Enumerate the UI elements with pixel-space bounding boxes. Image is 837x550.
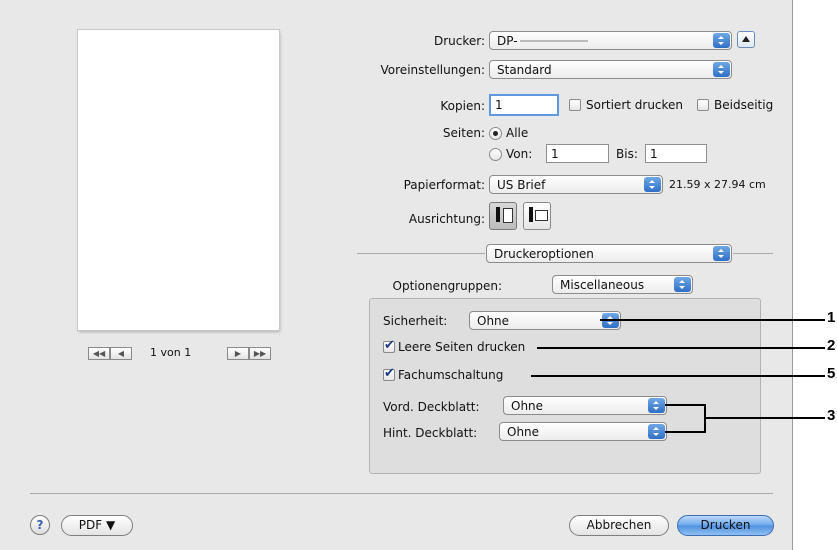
callout-number-3: 3 xyxy=(827,407,836,424)
callout-line-5 xyxy=(531,375,825,377)
callout-line-3 xyxy=(705,417,825,419)
option-groups-label: Optionengruppen: xyxy=(392,279,502,293)
pages-from-label: Von: xyxy=(506,147,533,161)
pages-all-label: Alle xyxy=(506,126,529,140)
copies-label: Kopien: xyxy=(440,99,485,113)
orientation-portrait-button[interactable] xyxy=(489,202,517,230)
pages-to-value: 1 xyxy=(650,147,658,161)
security-value: Ohne xyxy=(477,314,510,328)
paper-size-label: Papierformat: xyxy=(403,178,485,192)
pages-range-radio[interactable] xyxy=(489,148,502,161)
security-label: Sicherheit: xyxy=(383,314,448,328)
back-cover-value: Ohne xyxy=(507,425,540,439)
popup-arrows-icon xyxy=(648,398,665,413)
popup-arrows-icon xyxy=(648,424,665,439)
printer-value: DP- xyxy=(497,34,518,48)
pages-from-input[interactable]: 1 xyxy=(546,144,609,163)
callout-bracket-bottom xyxy=(665,431,705,433)
front-cover-select[interactable]: Ohne xyxy=(503,396,667,415)
landscape-icon xyxy=(529,207,533,222)
portrait-page-icon xyxy=(503,208,513,223)
callout-line-2 xyxy=(537,347,825,349)
pages-from-value: 1 xyxy=(551,147,559,161)
back-cover-select[interactable]: Ohne xyxy=(499,422,667,441)
preview-first-button[interactable]: ◀◀ xyxy=(88,347,110,360)
copies-input[interactable]: 1 xyxy=(489,94,559,116)
pages-label: Seiten: xyxy=(442,126,485,140)
security-select[interactable]: Ohne xyxy=(469,311,621,330)
pdf-menu-button[interactable]: PDF ▼ xyxy=(61,515,133,536)
popup-arrows-icon xyxy=(644,177,661,192)
front-cover-value: Ohne xyxy=(511,399,544,413)
duplex-checkbox[interactable] xyxy=(697,99,709,111)
section-select[interactable]: Druckeroptionen xyxy=(486,244,732,263)
callout-number-5: 5 xyxy=(827,365,836,382)
callout-bracket-top xyxy=(665,404,705,406)
preview-last-button[interactable]: ▶▶ xyxy=(249,347,271,360)
section-value: Druckeroptionen xyxy=(494,247,594,261)
landscape-page-icon xyxy=(535,210,548,221)
back-cover-label: Hint. Deckblatt: xyxy=(383,426,478,440)
disclosure-up-icon xyxy=(742,36,750,42)
section-separator-right xyxy=(733,253,773,254)
printer-name-redacted xyxy=(520,40,588,42)
preview-next-button[interactable]: ▶ xyxy=(227,347,249,360)
collate-label: Sortiert drucken xyxy=(586,98,684,112)
blank-pages-label: Leere Seiten drucken xyxy=(398,340,526,354)
callout-number-1: 1 xyxy=(827,309,836,326)
tray-switch-checkbox[interactable] xyxy=(383,366,395,381)
option-groups-select[interactable]: Miscellaneous xyxy=(552,275,693,294)
callout-number-2: 2 xyxy=(827,337,836,354)
callout-line-1 xyxy=(600,319,825,321)
popup-arrows-icon xyxy=(674,277,691,292)
presets-value: Standard xyxy=(497,63,552,77)
print-dialog: ◀◀ ◀ 1 von 1 ▶ ▶▶ Drucker: DP- Voreinste… xyxy=(0,0,793,550)
blank-pages-checkbox[interactable] xyxy=(383,338,395,353)
portrait-icon xyxy=(496,207,500,222)
presets-select[interactable]: Standard xyxy=(489,60,732,79)
popup-arrows-icon xyxy=(713,246,730,261)
expand-dialog-button[interactable] xyxy=(737,31,755,48)
paper-size-select[interactable]: US Brief xyxy=(489,175,663,194)
popup-arrows-icon xyxy=(713,33,730,48)
preview-prev-button[interactable]: ◀ xyxy=(110,347,132,360)
help-button[interactable]: ? xyxy=(30,515,50,535)
presets-label: Voreinstellungen: xyxy=(380,63,485,77)
section-separator-left xyxy=(357,253,485,254)
option-groups-value: Miscellaneous xyxy=(560,278,645,292)
printer-label: Drucker: xyxy=(433,34,485,48)
printer-select[interactable]: DP- xyxy=(489,31,732,50)
paper-dimensions: 21.59 x 27.94 cm xyxy=(669,178,766,191)
orientation-landscape-button[interactable] xyxy=(523,202,551,230)
collate-checkbox[interactable] xyxy=(569,99,581,111)
pages-to-input[interactable]: 1 xyxy=(645,144,707,163)
footer-separator xyxy=(30,493,773,494)
pages-all-radio[interactable] xyxy=(489,127,502,140)
front-cover-label: Vord. Deckblatt: xyxy=(383,400,480,414)
help-icon: ? xyxy=(36,518,44,532)
duplex-label: Beidseitig xyxy=(714,98,774,112)
popup-arrows-icon xyxy=(713,62,730,77)
copies-value: 1 xyxy=(495,98,503,112)
orientation-label: Ausrichtung: xyxy=(408,212,485,226)
pages-to-label: Bis: xyxy=(616,147,638,161)
cancel-button[interactable]: Abbrechen xyxy=(569,515,669,536)
page-preview xyxy=(78,30,279,330)
print-button[interactable]: Drucken xyxy=(677,515,774,536)
tray-switch-label: Fachumschaltung xyxy=(398,368,504,382)
paper-size-value: US Brief xyxy=(497,178,546,192)
preview-page-indicator: 1 von 1 xyxy=(150,346,192,359)
